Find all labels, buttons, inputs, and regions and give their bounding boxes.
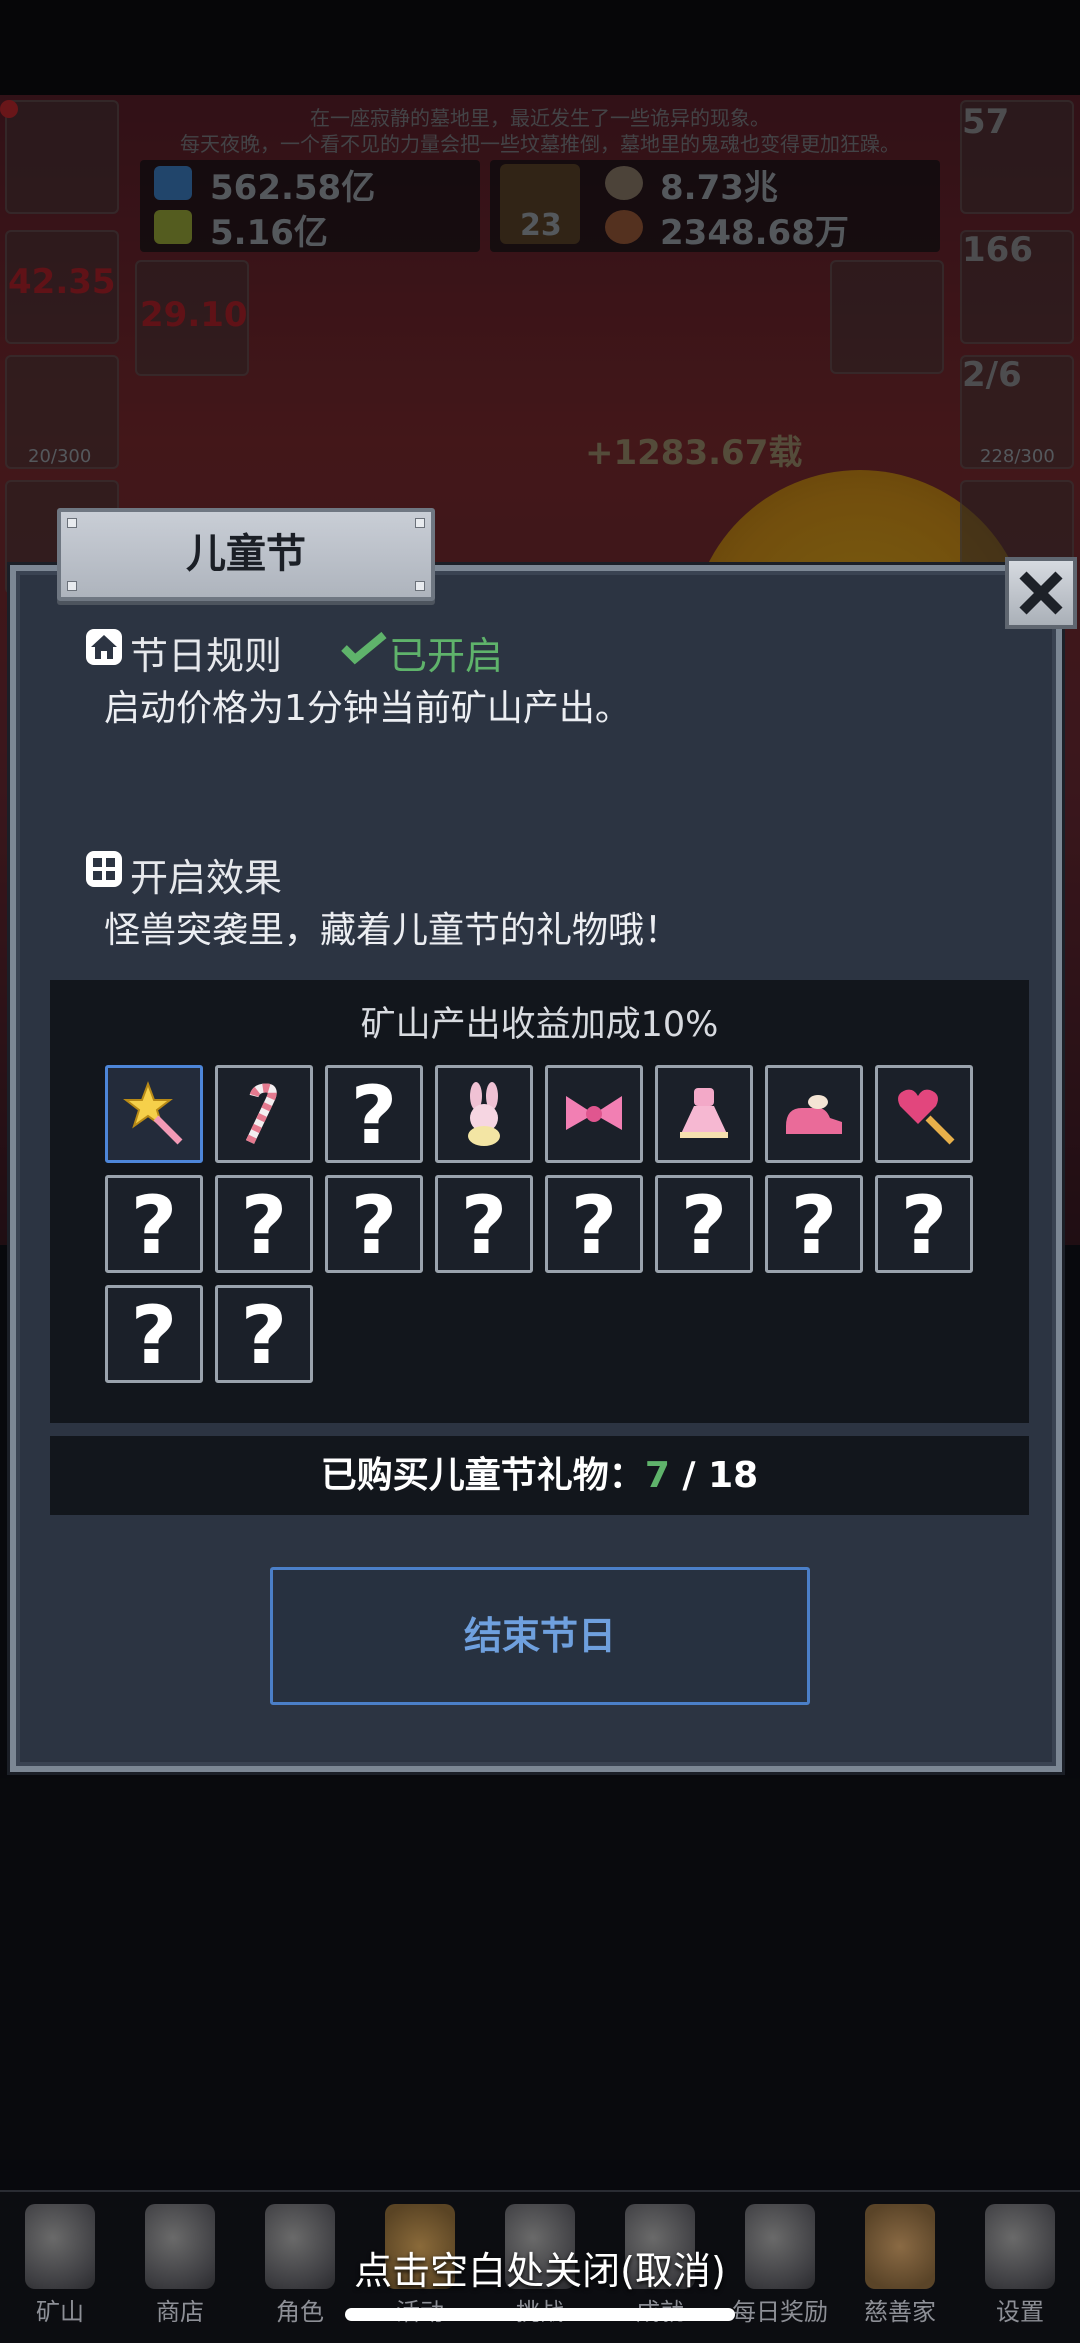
unknown-gift-icon: ? xyxy=(460,1179,508,1272)
gift-slot[interactable] xyxy=(655,1065,753,1163)
purchased-separator: / xyxy=(669,1455,709,1496)
close-hint[interactable]: 点击空白处关闭(取消) xyxy=(0,2240,1080,2295)
bunny-plush-icon xyxy=(468,1082,500,1146)
effect-heading-label: 开启效果 xyxy=(130,856,283,900)
star-wand-icon xyxy=(123,1081,183,1145)
pink-dress-icon xyxy=(680,1088,728,1138)
unknown-gift-icon: ? xyxy=(130,1289,178,1382)
close-icon xyxy=(1019,571,1063,615)
top-bar xyxy=(0,0,1080,95)
gift-slot[interactable]: ? xyxy=(545,1175,643,1273)
unknown-gift-icon: ? xyxy=(240,1289,288,1382)
gift-slot[interactable]: ? xyxy=(655,1175,753,1273)
gift-slot[interactable] xyxy=(545,1065,643,1163)
nav-label: 角色 xyxy=(276,2298,324,2326)
nav-label: 慈善家 xyxy=(864,2298,936,2326)
gift-slot[interactable] xyxy=(215,1065,313,1163)
unknown-gift-icon: ? xyxy=(570,1179,618,1272)
end-festival-button[interactable]: 结束节日 xyxy=(270,1567,810,1705)
gift-slot[interactable]: ? xyxy=(105,1285,203,1383)
nav-label: 商店 xyxy=(156,2298,204,2326)
unknown-gift-icon: ? xyxy=(680,1179,728,1272)
purchased-current: 7 xyxy=(644,1455,670,1496)
gift-slot[interactable]: ? xyxy=(875,1175,973,1273)
unknown-gift-icon: ? xyxy=(790,1179,838,1272)
grid-icon xyxy=(86,851,122,887)
gift-slot[interactable] xyxy=(435,1065,533,1163)
gift-slot[interactable]: ? xyxy=(325,1175,423,1273)
nav-label: 矿山 xyxy=(36,2298,84,2326)
dialog-title: 儿童节 xyxy=(186,531,306,577)
effect-text: 怪兽突袭里，藏着儿童节的礼物哦！ xyxy=(104,910,681,951)
close-button[interactable] xyxy=(1005,557,1077,629)
gift-slot[interactable]: ? xyxy=(215,1285,313,1383)
gift-slot[interactable]: ? xyxy=(435,1175,533,1273)
gift-slot[interactable] xyxy=(875,1065,973,1163)
pink-shoe-icon xyxy=(786,1095,842,1134)
unknown-gift-icon: ? xyxy=(900,1179,948,1272)
home-indicator[interactable] xyxy=(345,2308,735,2321)
unknown-gift-icon: ? xyxy=(350,1179,398,1272)
gift-slot[interactable]: ? xyxy=(215,1175,313,1273)
gift-panel: 矿山产出收益加成10% ? ? ? ? ? ? ? ? ? ? ? xyxy=(50,980,1029,1423)
gift-slot[interactable]: ? xyxy=(105,1175,203,1273)
gift-slot[interactable]: ? xyxy=(765,1175,863,1273)
dialog-title-tab: 儿童节 xyxy=(57,508,435,601)
status-label: 已开启 xyxy=(389,634,504,678)
gift-slot[interactable] xyxy=(765,1065,863,1163)
bonus-text: 矿山产出收益加成10% xyxy=(360,1005,719,1045)
gift-slot[interactable]: ? xyxy=(325,1065,423,1163)
pink-bow-icon xyxy=(566,1096,622,1130)
unknown-gift-icon: ? xyxy=(350,1069,398,1162)
home-icon xyxy=(86,629,122,665)
purchased-label: 已购买儿童节礼物： xyxy=(320,1455,645,1496)
rules-heading-label: 节日规则 xyxy=(130,634,283,678)
purchased-count-bar: 已购买儿童节礼物：7 / 18 xyxy=(50,1436,1029,1515)
unknown-gift-icon: ? xyxy=(130,1179,178,1272)
rules-text: 启动价格为1分钟当前矿山产出。 xyxy=(104,688,631,729)
unknown-gift-icon: ? xyxy=(240,1179,288,1272)
check-icon xyxy=(341,631,387,665)
gift-slot[interactable] xyxy=(105,1065,203,1163)
nav-label: 每日奖励 xyxy=(732,2298,828,2326)
purchased-total: 18 xyxy=(708,1455,759,1496)
candy-cane-icon xyxy=(245,1083,277,1144)
nav-label: 设置 xyxy=(996,2298,1044,2326)
heart-wand-icon xyxy=(898,1089,955,1145)
